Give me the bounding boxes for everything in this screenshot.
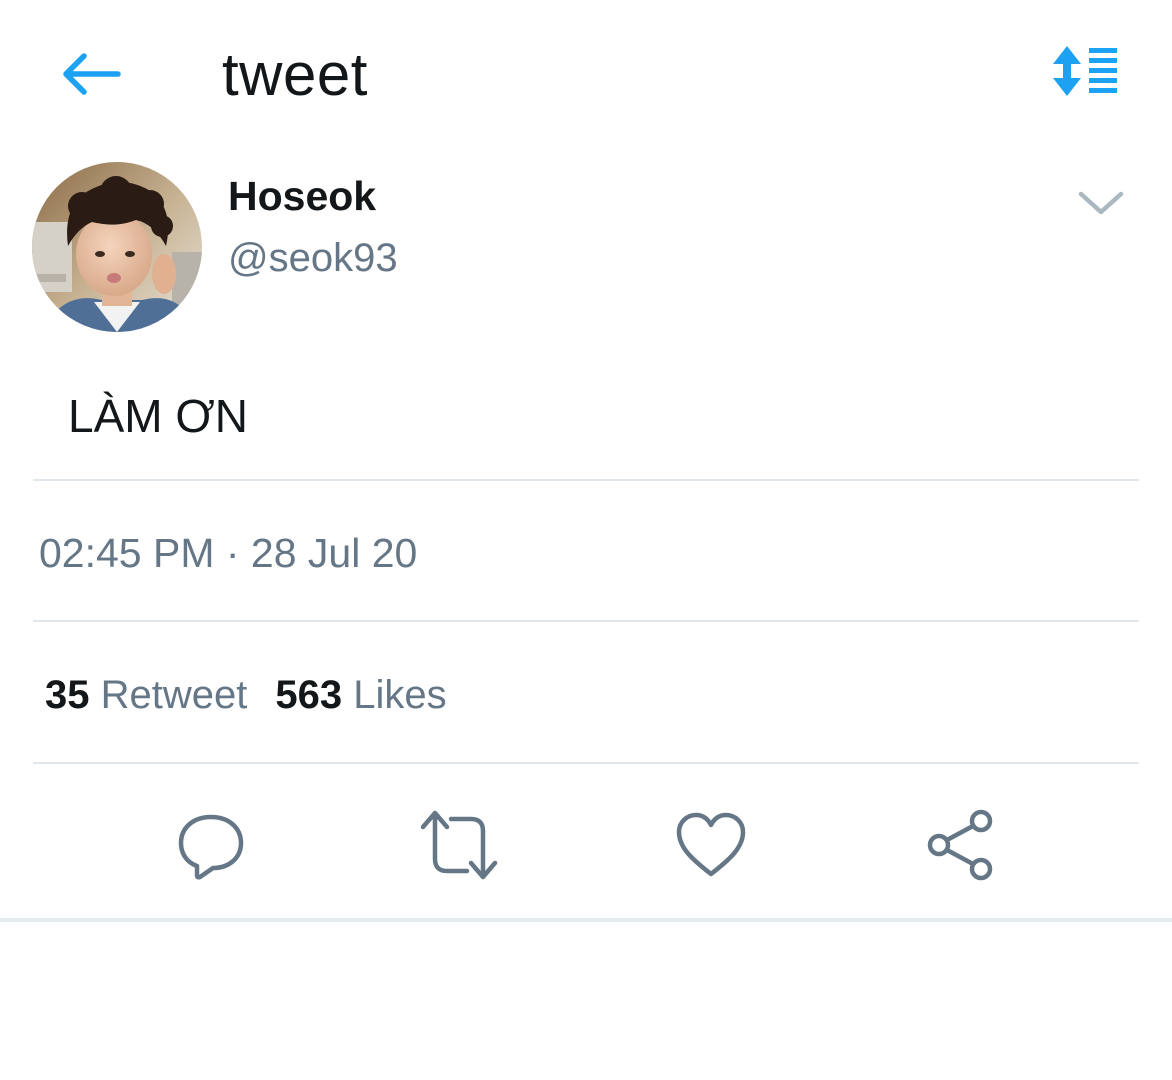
arrow-left-icon (63, 53, 121, 95)
retweets-stat[interactable]: 35 Retweet (45, 670, 247, 720)
reply-button[interactable] (166, 800, 256, 890)
likes-stat[interactable]: 563 Likes (275, 670, 446, 720)
sort-lines-icon (1053, 46, 1117, 96)
divider (33, 479, 1139, 481)
likes-count: 563 (275, 673, 343, 717)
divider (33, 762, 1139, 764)
retweet-button[interactable] (414, 800, 504, 890)
profile-photo (32, 162, 202, 332)
heart-icon (676, 812, 746, 877)
chevron-down-icon (1078, 191, 1124, 215)
tweet-menu-button[interactable] (1070, 178, 1132, 228)
tweet-timestamp: 02:45 PM · 28 Jul 20 (39, 530, 418, 576)
like-button[interactable] (666, 800, 756, 890)
reply-icon (178, 814, 244, 880)
retweet-icon (420, 810, 498, 880)
likes-label: Likes (353, 673, 447, 717)
avatar[interactable] (32, 162, 202, 332)
tweet-stats: 35 Retweet 563 Likes (45, 670, 447, 720)
divider (33, 620, 1139, 622)
back-button[interactable] (58, 48, 126, 100)
bottom-divider (0, 918, 1172, 922)
user-handle[interactable]: @seok93 (228, 234, 398, 282)
tweet-text: LÀM ƠN (68, 390, 249, 442)
retweets-count: 35 (45, 673, 90, 717)
page-title: tweet (222, 41, 368, 108)
retweets-label: Retweet (100, 673, 248, 717)
display-name[interactable]: Hoseok (228, 172, 376, 220)
share-icon (927, 809, 993, 881)
sort-button[interactable] (1046, 42, 1126, 102)
share-button[interactable] (914, 800, 1004, 890)
